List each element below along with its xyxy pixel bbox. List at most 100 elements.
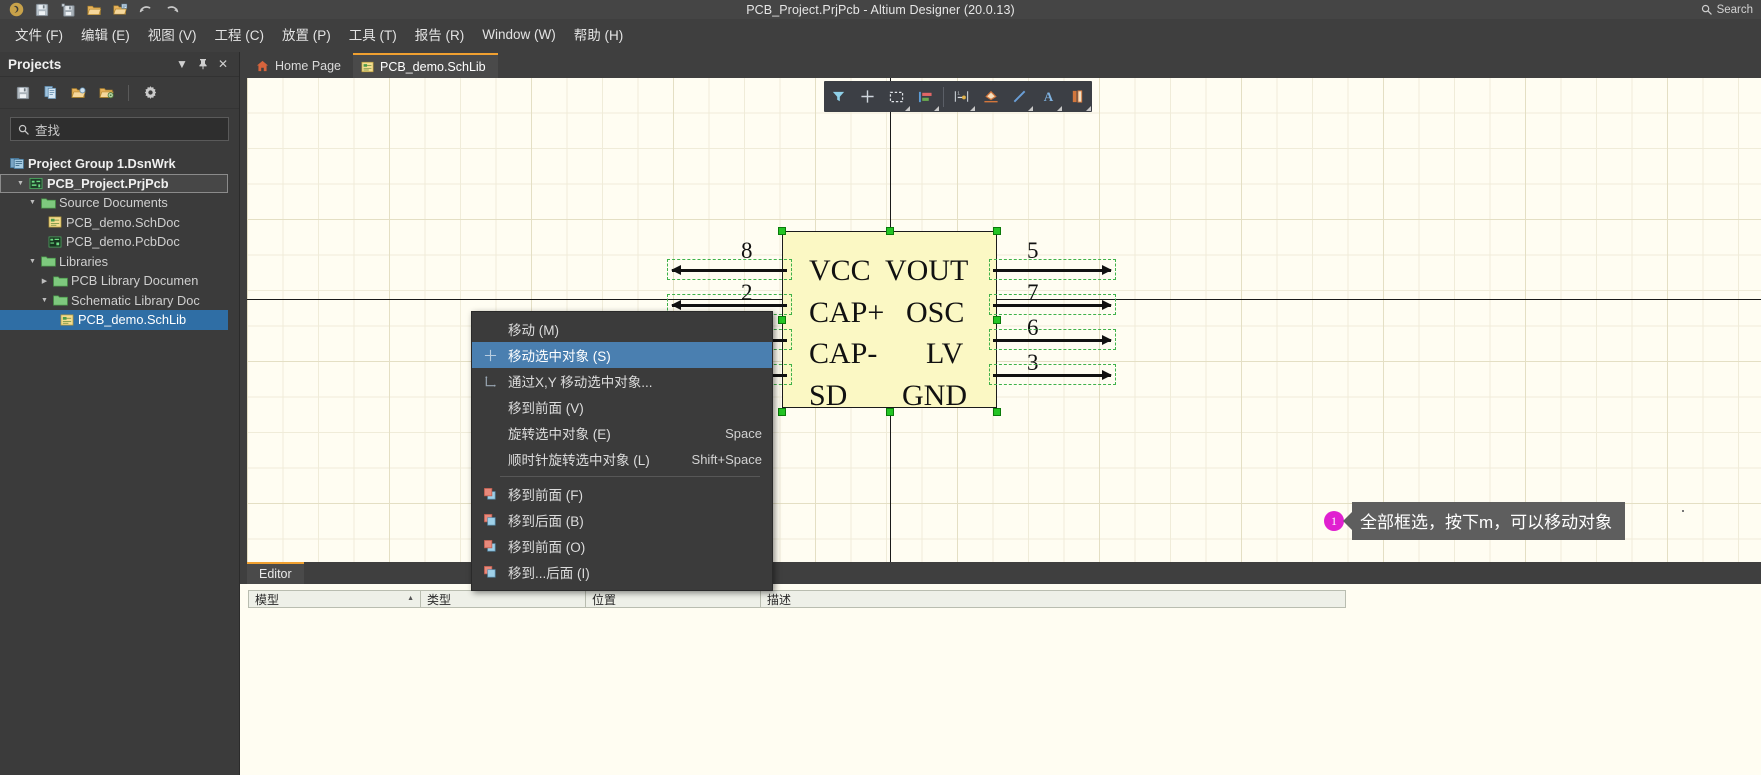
tree-item-schematic-library-documents[interactable]: ▼ Schematic Library Doc: [0, 291, 239, 311]
move-selection-icon: [472, 349, 508, 362]
tab-pcb-demo-schlib[interactable]: PCB_demo.SchLib: [353, 53, 498, 78]
context-menu-item-rotate-selection-cw[interactable]: 顺时针旋转选中对象 (L) Shift+Space: [472, 446, 772, 472]
menu-edit[interactable]: 编辑 (E): [72, 21, 139, 47]
tree-item-pcb-demo-pcbdoc[interactable]: PCB_demo.PcbDoc: [0, 232, 239, 252]
tree-item-source-documents[interactable]: ▼ Source Documents: [0, 193, 239, 213]
toolbar-divider: [128, 84, 129, 101]
selection-handle-bc[interactable]: [886, 408, 894, 416]
menu-help[interactable]: 帮助 (H): [565, 21, 633, 47]
context-menu: 移动 (M) 移动选中对象 (S) 通过X,Y 移动选中对象... 移到前面 (…: [471, 311, 773, 591]
pin-selection-box-right-3: [989, 329, 1116, 350]
column-header-position[interactable]: 位置: [586, 590, 761, 608]
tree-item-label: PCB_Project.PrjPcb: [47, 175, 169, 191]
chevron-down-icon[interactable]: ▼: [26, 199, 39, 206]
context-menu-item-bring-to-front[interactable]: 移到前面 (F): [472, 481, 772, 507]
chevron-down-icon[interactable]: ▼: [14, 180, 27, 187]
pin-label-cap-plus: CAP+: [809, 296, 885, 329]
chevron-down-icon[interactable]: ▼: [38, 297, 51, 304]
close-icon[interactable]: ✕: [213, 57, 233, 71]
context-menu-item-label: 移到前面 (F): [508, 488, 583, 503]
search-label: Search: [1716, 3, 1753, 16]
open-project-icon[interactable]: [66, 81, 92, 105]
menu-place[interactable]: 放置 (P): [273, 21, 340, 47]
chevron-down-icon[interactable]: ▼: [26, 258, 39, 265]
select-area-icon[interactable]: [882, 81, 911, 112]
chevron-down-icon[interactable]: ▼: [171, 57, 193, 71]
send-below-icon: [472, 565, 508, 579]
pin-label-vout: VOUT: [885, 254, 969, 287]
place-line-icon[interactable]: [1005, 81, 1034, 112]
context-menu-item-move[interactable]: 移动 (M): [472, 316, 772, 342]
context-menu-item-rotate-selection[interactable]: 旋转选中对象 (E) Space: [472, 420, 772, 446]
selection-handle-bl[interactable]: [778, 408, 786, 416]
context-menu-item-label: 移到前面 (O): [508, 540, 586, 555]
open-folder-icon[interactable]: [81, 0, 107, 19]
menu-project[interactable]: 工程 (C): [206, 21, 274, 47]
context-menu-item-send-below[interactable]: 移到...后面 (I): [472, 559, 772, 585]
chevron-right-icon[interactable]: ▶: [38, 277, 51, 285]
selection-handle-tr[interactable]: [993, 227, 1001, 235]
filter-icon[interactable]: [824, 81, 853, 112]
place-pin-icon[interactable]: 1: [947, 81, 976, 112]
tab-label: Home Page: [275, 58, 342, 73]
sort-ascending-icon: ▲: [407, 595, 414, 602]
undo-icon[interactable]: [133, 0, 159, 19]
folder-icon: [51, 294, 69, 306]
context-menu-item-move-by-xy[interactable]: 通过X,Y 移动选中对象...: [472, 368, 772, 394]
tab-home-page[interactable]: Home Page: [248, 53, 354, 78]
context-menu-item-send-to-back[interactable]: 移到后面 (B): [472, 507, 772, 533]
pin-label-cap-minus: CAP-: [809, 337, 878, 370]
tab-editor[interactable]: Editor: [247, 562, 304, 584]
save-all-icon[interactable]: [55, 0, 81, 19]
project-options-icon[interactable]: [94, 81, 120, 105]
home-icon: [256, 60, 269, 72]
menu-reports[interactable]: 报告 (R): [406, 21, 474, 47]
column-header-model[interactable]: 模型 ▲: [249, 590, 421, 608]
tab-label: PCB_demo.SchLib: [380, 59, 486, 74]
callout-number: 1: [1324, 511, 1344, 531]
align-icon[interactable]: [911, 81, 940, 112]
selection-handle-tl[interactable]: [778, 227, 786, 235]
tree-item-project-group[interactable]: Project Group 1.DsnWrk: [0, 154, 239, 174]
menu-window[interactable]: Window (W): [473, 24, 565, 45]
place-polygon-icon[interactable]: [976, 81, 1005, 112]
gear-icon[interactable]: [137, 81, 163, 105]
open-project-icon[interactable]: [107, 0, 133, 19]
documents-icon[interactable]: [38, 81, 64, 105]
column-header-type[interactable]: 类型: [421, 590, 586, 608]
cursor-dot: [1682, 510, 1684, 512]
title-bar: PCB_Project.PrjPcb - Altium Designer (20…: [0, 0, 1761, 19]
place-rectangle-icon[interactable]: [1063, 81, 1092, 112]
selection-handle-tc[interactable]: [886, 227, 894, 235]
place-text-icon[interactable]: A: [1034, 81, 1063, 112]
projects-search-box[interactable]: 查找: [10, 117, 229, 141]
column-header-description[interactable]: 描述: [761, 590, 1345, 608]
selection-handle-ml[interactable]: [778, 316, 786, 324]
menu-tools[interactable]: 工具 (T): [340, 21, 406, 47]
selection-handle-mr[interactable]: [993, 316, 1001, 324]
context-menu-item-move-selection[interactable]: 移动选中对象 (S): [472, 342, 772, 368]
pcb-project-icon: [27, 177, 45, 190]
model-list-panel: 模型 ▲ 类型 位置 描述: [240, 584, 1761, 775]
crosshair-icon[interactable]: [853, 81, 882, 112]
tree-item-label: PCB_demo.SchLib: [78, 312, 187, 328]
tree-item-pcb-project[interactable]: ▼ PCB_Project.PrjPcb: [0, 173, 228, 193]
menu-file[interactable]: 文件 (F): [6, 21, 72, 47]
pin-label-gnd: GND: [902, 379, 967, 412]
menu-view[interactable]: 视图 (V): [139, 21, 206, 47]
save-icon[interactable]: [10, 81, 36, 105]
global-search[interactable]: Search: [1701, 2, 1753, 17]
projects-search-input[interactable]: 查找: [35, 120, 60, 139]
tree-item-pcb-demo-schlib[interactable]: PCB_demo.SchLib: [0, 310, 228, 330]
save-icon[interactable]: [29, 0, 55, 19]
tree-item-pcb-library-documents[interactable]: ▶ PCB Library Documen: [0, 271, 239, 291]
model-list-grid: 模型 ▲ 类型 位置 描述: [248, 590, 1346, 768]
context-menu-item-move-to-front-v[interactable]: 移到前面 (V): [472, 394, 772, 420]
altium-logo-icon[interactable]: [3, 0, 29, 19]
tree-item-pcb-demo-schdoc[interactable]: PCB_demo.SchDoc: [0, 213, 239, 233]
tree-item-libraries[interactable]: ▼ Libraries: [0, 252, 239, 272]
pin-icon[interactable]: [193, 58, 213, 70]
selection-handle-br[interactable]: [993, 408, 1001, 416]
redo-icon[interactable]: [159, 0, 185, 19]
context-menu-item-bring-above[interactable]: 移到前面 (O): [472, 533, 772, 559]
